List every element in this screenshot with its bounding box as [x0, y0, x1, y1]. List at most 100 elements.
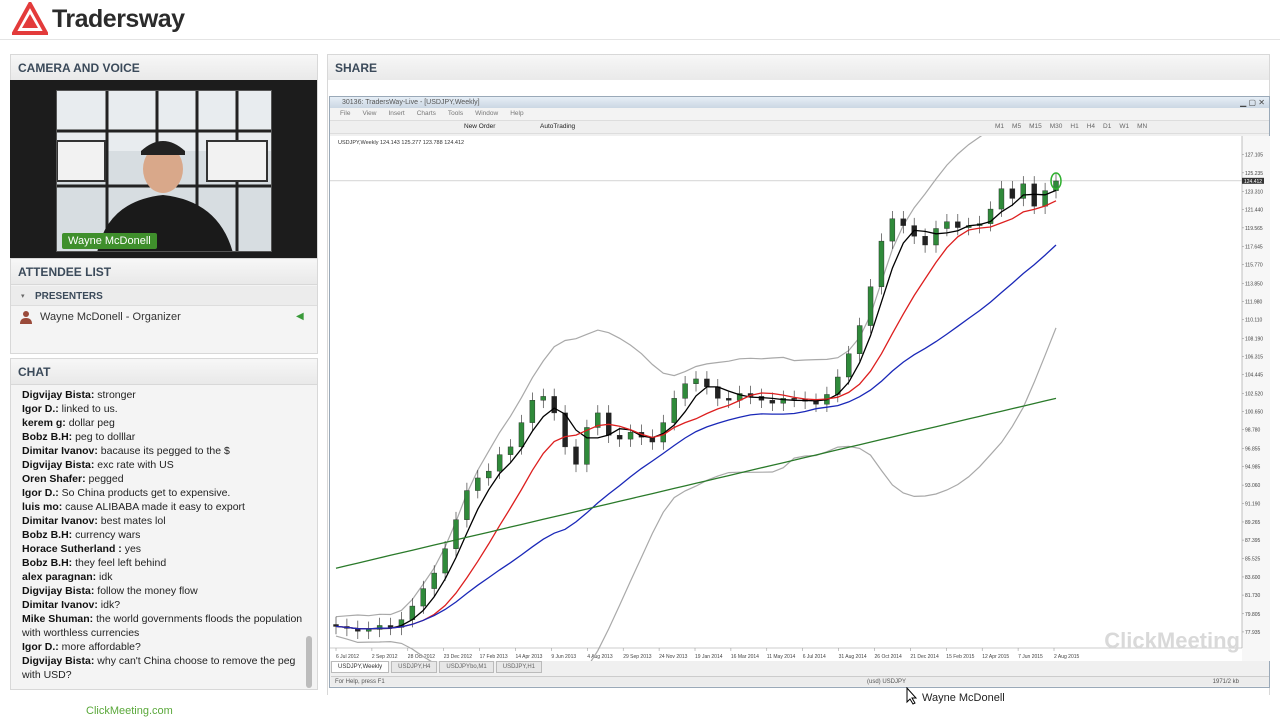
- status-help: For Help, press F1: [335, 679, 385, 685]
- tab-usdjpy-h4[interactable]: USDJPY,H4: [391, 661, 438, 673]
- candle-body: [366, 629, 372, 632]
- candle-body: [944, 221, 950, 229]
- candle-body: [671, 398, 677, 423]
- menu-tools[interactable]: Tools: [448, 108, 463, 120]
- candle-body: [475, 477, 481, 491]
- chat-message: Bobz B.H: they feel left behind: [22, 556, 304, 570]
- x-tick-label: 19 Jan 2014: [695, 654, 723, 660]
- current-price-label: 124.412: [1244, 179, 1262, 185]
- top-bar: Tradersway: [0, 0, 1280, 40]
- menu-charts[interactable]: Charts: [417, 108, 436, 120]
- chat-text: idk?: [97, 599, 121, 611]
- logo-text: Tradersway: [52, 4, 185, 33]
- tab-usdjpybo-m1[interactable]: USDJPYbo,M1: [439, 661, 494, 673]
- candle-body: [933, 228, 939, 246]
- status-bar: For Help, press F1 (usd) USDJPY 1971/2 k…: [331, 676, 1269, 686]
- tf-m15[interactable]: M15: [1029, 123, 1042, 130]
- collapse-arrow-icon[interactable]: ▾: [21, 292, 25, 300]
- chat-text: So China products get to expensive.: [58, 487, 231, 499]
- candle-body: [551, 396, 557, 414]
- y-tick-label: 117.645: [1245, 245, 1263, 251]
- chat-message: kerem g: dollar peg: [22, 416, 304, 430]
- x-tick-label: 12 Apr 2015: [982, 654, 1009, 660]
- window-title: 30136: TradersWay-Live - [USDJPY,Weekly]: [342, 99, 480, 106]
- presenter-video: [56, 90, 272, 252]
- autotrading-button[interactable]: AutoTrading: [540, 123, 575, 130]
- candle-body: [998, 188, 1005, 210]
- y-tick-label: 119.565: [1245, 226, 1263, 232]
- new-order-button[interactable]: New Order: [464, 123, 495, 130]
- tf-h1[interactable]: H1: [1070, 123, 1078, 130]
- window-controls[interactable]: ▁ ▢ ✕: [1240, 97, 1265, 108]
- chat-message: Dimitar Ivanov: idk?: [22, 598, 304, 612]
- menu-help[interactable]: Help: [510, 108, 523, 120]
- menu-view[interactable]: View: [362, 108, 376, 120]
- share-panel: SHARE: [327, 54, 1270, 81]
- chat-message: Digvijay Bista: follow the money flow: [22, 584, 304, 598]
- tf-w1[interactable]: W1: [1119, 123, 1129, 130]
- tf-d1[interactable]: D1: [1103, 123, 1111, 130]
- x-tick-label: 31 Aug 2014: [839, 654, 867, 660]
- y-tick-label: 96.855: [1245, 446, 1261, 452]
- clickmeeting-link[interactable]: ClickMeeting.com: [86, 705, 173, 717]
- x-tick-label: 11 May 2014: [767, 654, 796, 660]
- chat-scrollbar[interactable]: [306, 636, 312, 688]
- chat-message: Bobz B.H: peg to dolllar: [22, 430, 304, 444]
- attendee-panel-title: ATTENDEE LIST: [11, 259, 317, 285]
- tf-m1[interactable]: M1: [995, 123, 1004, 130]
- chat-author: Digvijay Bista:: [22, 459, 95, 471]
- y-tick-label: 104.445: [1245, 373, 1263, 379]
- clickmeeting-watermark: ClickMeeting: [1104, 628, 1240, 653]
- candle-body: [540, 396, 546, 401]
- attendee-name: Wayne McDonell - Organizer: [40, 311, 181, 323]
- candle-body: [518, 422, 525, 448]
- chat-message: Digvijay Bista: exc rate with US: [22, 458, 304, 472]
- candle-body: [726, 398, 732, 401]
- chat-message: luis mo: cause ALIBABA made it easy to e…: [22, 500, 304, 514]
- candle-body: [715, 386, 721, 399]
- chat-author: Igor D.:: [22, 641, 59, 653]
- presenters-group[interactable]: ▾ PRESENTERS: [11, 286, 317, 306]
- price-chart[interactable]: 6 Jul 2012 2 Sep 2012 28 Oct 2012 23 Dec 20…: [330, 136, 1270, 661]
- candle-body: [693, 378, 699, 384]
- tab-usdjpy-weekly[interactable]: USDJPY,Weekly: [331, 661, 390, 673]
- tf-mn[interactable]: MN: [1137, 123, 1147, 130]
- chat-text: dollar peg: [65, 417, 115, 429]
- tradersway-logo-icon: [12, 2, 48, 35]
- tf-m30[interactable]: M30: [1050, 123, 1063, 130]
- chat-author: kerem g:: [22, 417, 66, 429]
- chat-author: Dimitar Ivanov:: [22, 445, 98, 457]
- tf-h4[interactable]: H4: [1087, 123, 1095, 130]
- x-tick-label: 16 Mar 2014: [731, 654, 759, 660]
- chat-author: luis mo:: [22, 501, 63, 513]
- chat-message: Mike Shuman: the world governments flood…: [22, 612, 304, 640]
- attendee-row[interactable]: Wayne McDonell - Organizer: [19, 308, 309, 326]
- candle-body: [900, 218, 906, 226]
- speaker-icon[interactable]: ◀: [296, 311, 304, 322]
- candle-body: [584, 427, 590, 465]
- y-tick-label: 127.105: [1245, 153, 1263, 159]
- y-tick-label: 98.780: [1245, 428, 1261, 434]
- tradersway-logo: Tradersway: [12, 2, 185, 36]
- menu-file[interactable]: File: [340, 108, 350, 120]
- mouse-cursor-icon: [906, 687, 918, 705]
- chat-author: Digvijay Bista:: [22, 389, 95, 401]
- x-tick-label: 17 Feb 2013: [480, 654, 508, 660]
- candle-body: [769, 400, 776, 404]
- chat-text: idk: [96, 571, 113, 583]
- chat-author: Oren Shafer:: [22, 473, 86, 485]
- x-tick-label: 14 Apr 2013: [516, 654, 543, 660]
- menu-insert[interactable]: Insert: [388, 108, 404, 120]
- candle-body: [573, 446, 579, 465]
- status-traffic: 1971/2 kb: [1212, 679, 1239, 685]
- tab-usdjpy-h1[interactable]: USDJPY,H1: [495, 661, 542, 673]
- candle-body: [955, 221, 961, 228]
- x-tick-label: 9 Jun 2013: [551, 654, 576, 660]
- chat-text: pegged: [85, 473, 124, 485]
- menu-window[interactable]: Window: [475, 108, 498, 120]
- y-tick-label: 83.600: [1245, 575, 1261, 581]
- chat-text: bacause its pegged to the $: [97, 445, 230, 457]
- camera-panel-title: CAMERA AND VOICE: [11, 55, 317, 81]
- tf-m5[interactable]: M5: [1012, 123, 1021, 130]
- chat-author: Digvijay Bista:: [22, 655, 95, 667]
